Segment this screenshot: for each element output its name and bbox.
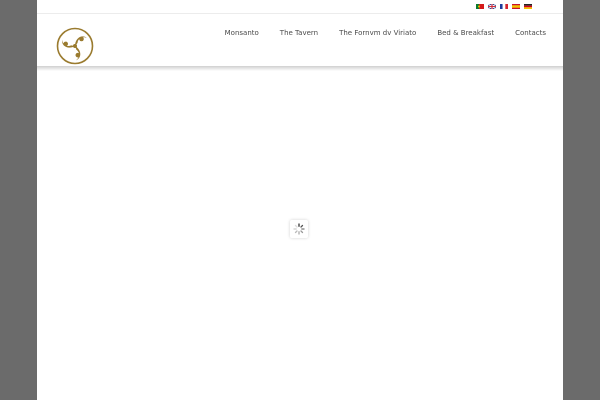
page-container: Monsanto The Tavern The Fornvm dv Viriat… xyxy=(37,0,563,400)
nav-item-monsanto[interactable]: Monsanto xyxy=(225,29,259,37)
site-header: Monsanto The Tavern The Fornvm dv Viriat… xyxy=(37,14,563,66)
triskelion-logo-icon[interactable] xyxy=(56,27,94,65)
main-navigation: Monsanto The Tavern The Fornvm dv Viriat… xyxy=(225,29,546,37)
portuguese-flag-icon[interactable] xyxy=(476,4,484,9)
top-bar xyxy=(37,0,563,14)
header-shadow xyxy=(37,66,563,71)
loading-spinner-icon xyxy=(290,220,308,238)
nav-item-bed-and-breakfast[interactable]: Bed & Breakfast xyxy=(437,29,494,37)
language-selector xyxy=(476,4,532,9)
nav-item-the-tavern[interactable]: The Tavern xyxy=(280,29,318,37)
nav-item-fornvm-dv-viriato[interactable]: The Fornvm dv Viriato xyxy=(339,29,416,37)
nav-item-contacts[interactable]: Contacts xyxy=(515,29,546,37)
english-flag-icon[interactable] xyxy=(488,4,496,9)
german-flag-icon[interactable] xyxy=(524,4,532,9)
french-flag-icon[interactable] xyxy=(500,4,508,9)
spanish-flag-icon[interactable] xyxy=(512,4,520,9)
